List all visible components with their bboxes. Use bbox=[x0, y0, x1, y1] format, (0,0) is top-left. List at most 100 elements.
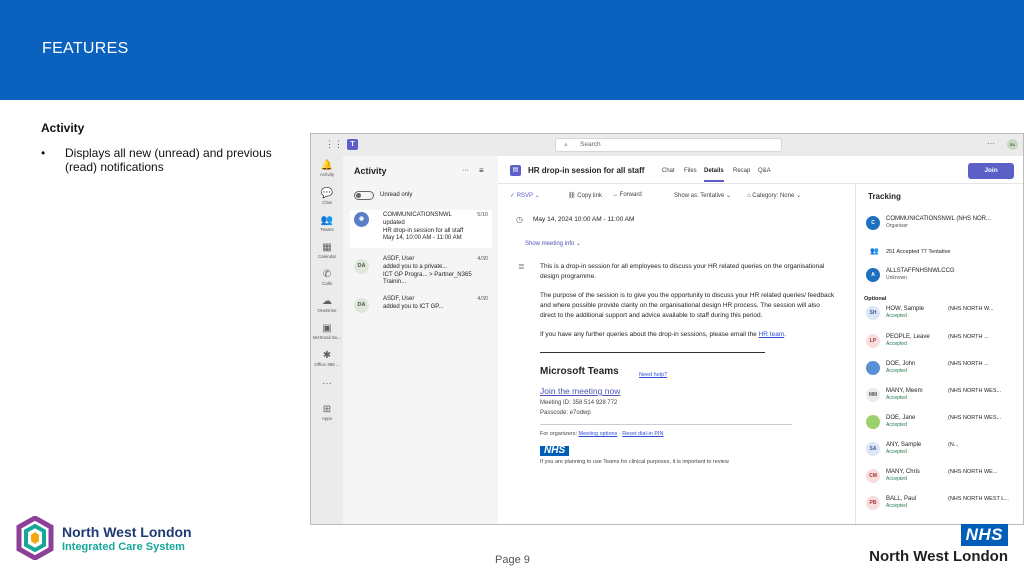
calendar-icon: ▦ bbox=[322, 242, 332, 253]
activity-title: Activity bbox=[354, 166, 387, 176]
avatar: SA bbox=[866, 442, 880, 456]
add-app-icon: ⊞ bbox=[322, 404, 332, 415]
avatar: ◉ bbox=[354, 212, 369, 227]
tracking-title: Tracking bbox=[868, 192, 901, 201]
activity-panel: Activity ··· ≡ Unread only ◉ COMMUNICATI… bbox=[344, 156, 496, 524]
attendee-status: Accepted bbox=[886, 476, 907, 482]
avatar bbox=[866, 361, 880, 375]
rail-office365[interactable]: ✱ Office 365 ... bbox=[311, 350, 343, 367]
more-options-icon[interactable]: ··· bbox=[987, 139, 995, 148]
header-band bbox=[0, 0, 1024, 100]
attendee-name: MANY, Chris bbox=[886, 469, 920, 475]
avatar: DA bbox=[354, 259, 369, 274]
activity-item[interactable]: DA ASDF, User added you to ICT GP... 4/3… bbox=[350, 296, 492, 318]
rail-apps[interactable]: ⊞ Apps bbox=[311, 404, 343, 421]
rail-onedrive[interactable]: ☁ OneDrive bbox=[311, 296, 343, 313]
activity-item[interactable]: ◉ COMMUNICATIONSNWL updated HR drop-in s… bbox=[350, 210, 492, 248]
app-rail: 🔔 Activity 💬 Chat 👥 Teams ▦ Calendar ✆ Calls … bbox=[311, 156, 343, 524]
meeting-toolbar: ✓ RSVP ⌄ ⛓ Copy link → Forward Show as: … bbox=[498, 186, 858, 202]
cloud-icon: ☁ bbox=[322, 296, 332, 307]
search-placeholder: Search bbox=[580, 141, 601, 148]
microsoft-teams-heading: Microsoft Teams bbox=[540, 366, 619, 377]
teams-icon: 👥 bbox=[320, 215, 334, 226]
attendee-status: Accepted bbox=[886, 368, 907, 374]
copy-link-button[interactable]: ⛓ Copy link bbox=[568, 192, 602, 199]
description-para-3: If you have any further queries about th… bbox=[540, 331, 787, 338]
office-icon: ✱ bbox=[322, 350, 332, 361]
attendee-status: Accepted bbox=[886, 341, 907, 347]
attendee-name: BALL, Paul bbox=[886, 496, 917, 502]
avatar: C bbox=[866, 216, 880, 230]
category-dropdown[interactable]: ⌂ Category: None ⌄ bbox=[747, 192, 801, 199]
avatar: LP bbox=[866, 334, 880, 348]
tab-recap[interactable]: Recap bbox=[733, 168, 750, 174]
tracking-panel: Tracking C COMMUNICATIONSNWL (NHS NOR...… bbox=[855, 184, 1023, 524]
activity-date: 5/10 bbox=[477, 212, 488, 218]
rail-teams[interactable]: 👥 Teams bbox=[311, 215, 343, 232]
bullet-dot: • bbox=[41, 146, 46, 160]
activity-date: 4/30 bbox=[477, 296, 488, 302]
more-options-icon[interactable]: ··· bbox=[462, 167, 469, 174]
unread-only-toggle[interactable] bbox=[354, 191, 374, 200]
attendee-name: HOW, Sample bbox=[886, 306, 925, 312]
filter-icon[interactable]: ≡ bbox=[479, 166, 484, 175]
meeting-id: Meeting ID: 358 514 928 772 bbox=[540, 400, 618, 406]
tab-chat[interactable]: Chat bbox=[662, 168, 675, 174]
hr-team-link[interactable]: HR team bbox=[759, 331, 785, 338]
forward-button[interactable]: → Forward bbox=[612, 192, 642, 198]
tab-qa[interactable]: Q&A bbox=[758, 168, 771, 174]
rsvp-button[interactable]: ✓ RSVP ⌄ bbox=[510, 192, 540, 199]
passcode: Passcode: e7odwp bbox=[540, 410, 591, 416]
app-grid-icon[interactable]: ⋮⋮ bbox=[325, 139, 343, 150]
search-input[interactable]: ⌕ Search bbox=[555, 138, 782, 152]
avatar: SH bbox=[866, 306, 880, 320]
clock-icon: ◷ bbox=[516, 215, 523, 224]
attendee-status: Accepted bbox=[886, 422, 907, 428]
rail-more[interactable]: ··· bbox=[311, 378, 343, 390]
attendee-name: DOE, Jane bbox=[886, 415, 916, 421]
tab-details[interactable]: Details bbox=[704, 168, 724, 182]
join-meeting-link[interactable]: Join the meeting now bbox=[540, 386, 836, 396]
join-button[interactable]: Join bbox=[968, 163, 1014, 179]
meeting-options-link[interactable]: Meeting options bbox=[579, 431, 618, 437]
meeting-datetime: May 14, 2024 10:00 AM - 11:00 AM bbox=[533, 216, 635, 223]
show-as-dropdown[interactable]: Show as: Tentative ⌄ bbox=[674, 192, 731, 199]
chat-icon: 💬 bbox=[320, 188, 334, 199]
attendee-org: (NHS NORTH WE... bbox=[948, 469, 998, 475]
avatar: DA bbox=[354, 298, 369, 313]
need-help-link[interactable]: Need help? bbox=[639, 370, 667, 380]
avatar bbox=[866, 415, 880, 429]
attendee-org: (NHS NORTH ... bbox=[948, 361, 989, 367]
rail-chat[interactable]: 💬 Chat bbox=[311, 188, 343, 205]
attendee-status: Accepted bbox=[886, 449, 907, 455]
attendee-name: MANY, Meem bbox=[886, 388, 923, 394]
user-avatar[interactable]: SU bbox=[1007, 139, 1018, 150]
optional-label: Optional bbox=[864, 296, 887, 302]
meeting-title: HR drop-in session for all staff bbox=[528, 166, 645, 175]
attendee-name: PEOPLE, Leave bbox=[886, 334, 930, 340]
show-meeting-info-link[interactable]: Show meeting info ⌄ bbox=[525, 240, 581, 247]
tab-files[interactable]: Files bbox=[684, 168, 697, 174]
attendee-org: (NHS NORTH ... bbox=[948, 334, 989, 340]
meeting-header: ▤ HR drop-in session for all staff Chat … bbox=[498, 156, 1023, 184]
rail-nhsmail[interactable]: ▣ NHSmail Su... bbox=[311, 323, 343, 340]
attendee-org: (NHS NORTH WES... bbox=[948, 415, 1002, 421]
rail-calls[interactable]: ✆ Calls bbox=[311, 269, 343, 286]
people-icon: 👥 bbox=[870, 248, 879, 255]
logo-left-line2: Integrated Care System bbox=[62, 541, 185, 553]
rail-activity[interactable]: 🔔 Activity bbox=[311, 160, 343, 177]
rail-calendar[interactable]: ▦ Calendar bbox=[311, 242, 343, 259]
activity-item[interactable]: DA ASDF, User added you to a private... … bbox=[350, 256, 492, 286]
unread-only-label: Unread only bbox=[380, 192, 413, 198]
nhs-logo: NHS bbox=[540, 446, 570, 456]
attendee-name: DOE, John bbox=[886, 361, 916, 367]
organizers-line: For organizers: Meeting options · Reset … bbox=[540, 431, 664, 437]
clinical-note: If you are planning to use Teams for cli… bbox=[540, 459, 729, 465]
reset-pin-link[interactable]: Reset dial-in PIN bbox=[622, 431, 663, 437]
teams-logo-icon: T bbox=[347, 139, 358, 150]
attendee-org: (N... bbox=[948, 442, 959, 448]
description-icon: ≣ bbox=[518, 262, 525, 271]
calendar-event-icon: ▤ bbox=[510, 165, 521, 176]
phone-icon: ✆ bbox=[322, 269, 332, 280]
bell-icon: 🔔 bbox=[320, 160, 334, 171]
